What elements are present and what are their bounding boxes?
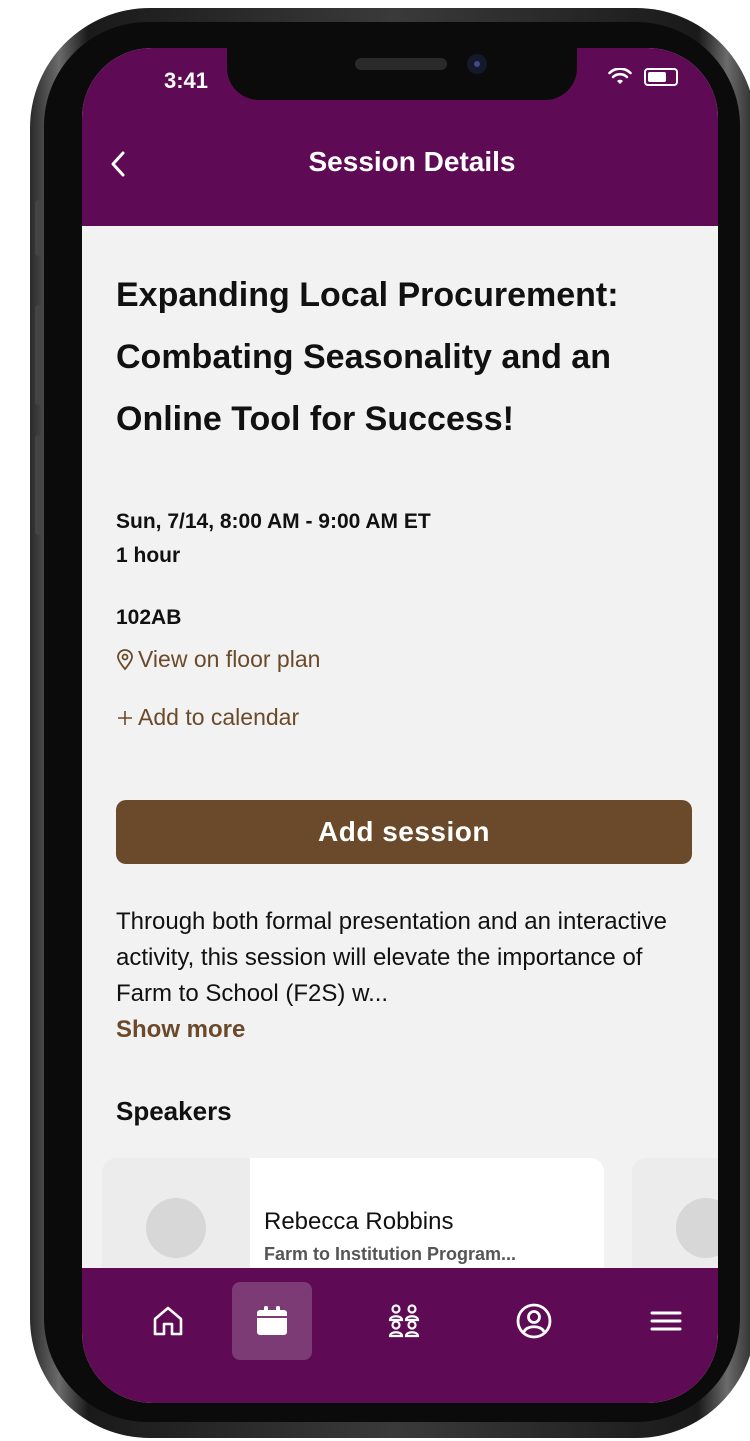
speaker-org: Farm to Institution Program... [264, 1244, 517, 1264]
status-icons [608, 68, 678, 86]
page-title: Session Details [308, 146, 516, 177]
wifi-icon [608, 68, 632, 84]
add-session-button[interactable]: Add session [116, 800, 692, 864]
bottom-navigation [82, 1268, 718, 1403]
nav-home[interactable] [128, 1282, 208, 1360]
nav-schedule[interactable] [232, 1282, 312, 1360]
app-screen: 3:41 Session Details Expanding Local Pro… [82, 48, 718, 1403]
session-duration: 1 hour [116, 544, 181, 567]
notch [227, 48, 577, 100]
floor-plan-label: View on floor plan [138, 646, 321, 672]
view-floor-plan-link[interactable]: View on floor plan [116, 646, 320, 673]
plus-icon [118, 710, 132, 725]
nav-menu[interactable] [626, 1282, 706, 1360]
location-pin-icon [117, 648, 133, 670]
earpiece [355, 58, 447, 70]
battery-icon [644, 68, 678, 86]
menu-icon [650, 1311, 682, 1331]
home-icon [153, 1306, 183, 1336]
volume-down-button [35, 435, 41, 535]
show-more-link[interactable]: Show more [116, 1016, 245, 1044]
app-header: 3:41 Session Details [82, 48, 718, 226]
add-to-calendar-link[interactable]: Add to calendar [116, 704, 299, 731]
speakers-heading: Speakers [116, 1096, 232, 1126]
volume-up-button [35, 305, 41, 405]
calendar-icon [257, 1306, 287, 1335]
speaker-name: Rebecca Robbins [264, 1208, 454, 1235]
session-description: Through both formal presentation and an … [116, 908, 668, 1007]
session-datetime: Sun, 7/14, 8:00 AM - 9:00 AM ET [116, 510, 431, 533]
session-title: Expanding Local Procurement: Combating S… [116, 276, 619, 438]
nav-attendees[interactable] [364, 1282, 444, 1360]
nav-profile[interactable] [494, 1282, 574, 1360]
status-time: 3:41 [164, 68, 209, 93]
mute-switch [35, 200, 41, 256]
people-icon [388, 1304, 420, 1338]
front-camera [467, 54, 487, 74]
calendar-label: Add to calendar [138, 704, 300, 730]
session-room: 102AB [116, 606, 182, 629]
profile-icon [516, 1303, 552, 1339]
